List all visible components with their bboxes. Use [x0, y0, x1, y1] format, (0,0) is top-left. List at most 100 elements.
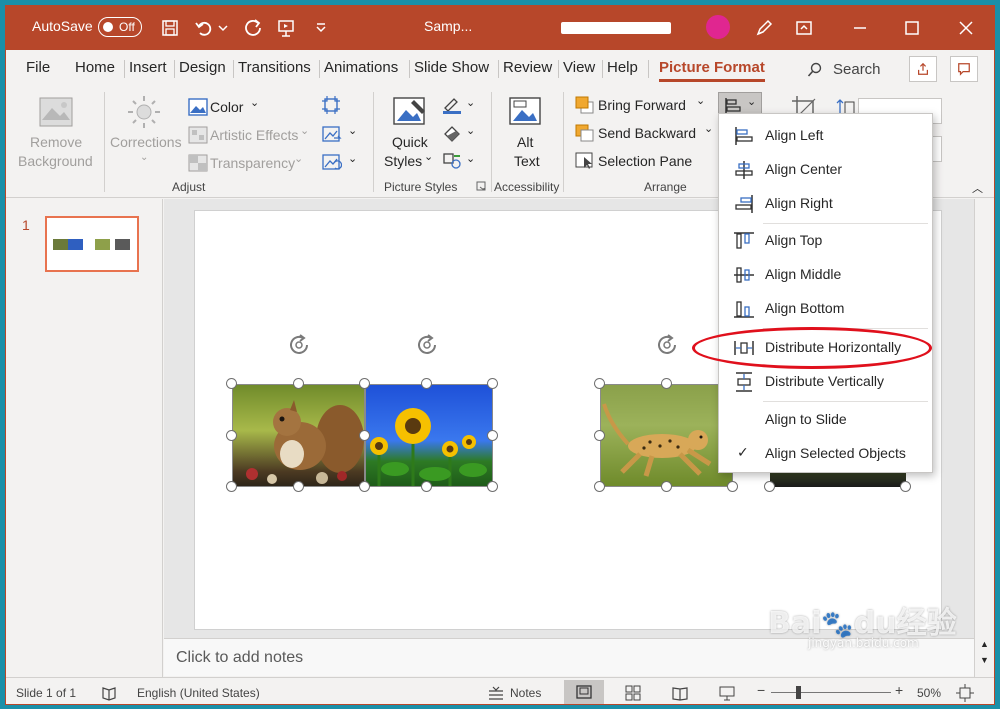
present-icon[interactable]: [274, 16, 298, 40]
tab-design[interactable]: Design: [179, 59, 226, 76]
tab-transitions[interactable]: Transitions: [238, 59, 311, 76]
resize-handle[interactable]: [764, 481, 775, 492]
picture-effects-chevron-icon[interactable]: ⌄: [466, 124, 475, 137]
slide-sorter-icon[interactable]: [625, 685, 641, 701]
compress-pictures-icon[interactable]: [322, 96, 340, 114]
resize-handle[interactable]: [226, 481, 237, 492]
pen-icon[interactable]: [752, 16, 776, 40]
resize-handle[interactable]: [359, 378, 370, 389]
picture-border-chevron-icon[interactable]: ⌄: [466, 96, 475, 109]
tab-picture-format[interactable]: Picture Format: [659, 59, 765, 82]
artistic-effects-button[interactable]: Artistic Effects: [210, 127, 298, 143]
notes-button[interactable]: Notes: [510, 686, 541, 700]
tab-review[interactable]: Review: [503, 59, 552, 76]
collapse-ribbon-icon[interactable]: ︿: [972, 180, 983, 196]
resize-handle[interactable]: [359, 481, 370, 492]
slide-show-icon[interactable]: [719, 685, 735, 701]
user-avatar[interactable]: [706, 15, 730, 39]
maximize-icon[interactable]: [900, 16, 924, 40]
resize-handle[interactable]: [359, 430, 370, 441]
tab-help[interactable]: Help: [607, 59, 638, 76]
menu-item-align-middle[interactable]: Align Middle: [719, 258, 932, 292]
resize-handle[interactable]: [487, 481, 498, 492]
zoom-slider-thumb[interactable]: [795, 686, 801, 699]
zoom-in-button[interactable]: +: [895, 682, 903, 698]
quick-styles-label-1[interactable]: Quick: [392, 134, 428, 150]
picture-effects-icon[interactable]: [442, 124, 462, 142]
customize-icon[interactable]: [309, 16, 333, 40]
alt-text-label-2[interactable]: Text: [514, 153, 540, 169]
menu-item-align-selected-objects[interactable]: ✓ Align Selected Objects: [719, 437, 932, 471]
language-indicator[interactable]: English (United States): [137, 686, 260, 700]
resize-handle[interactable]: [487, 430, 498, 441]
bring-forward-chevron-icon[interactable]: ⌄: [696, 94, 705, 107]
reset-picture-chevron-icon[interactable]: ⌄: [348, 152, 357, 165]
change-picture-icon[interactable]: [322, 126, 342, 144]
tab-slide-show[interactable]: Slide Show: [414, 59, 489, 76]
reset-picture-icon[interactable]: [322, 154, 342, 172]
search-box[interactable]: Search: [801, 58, 901, 82]
rotation-handle-icon[interactable]: [415, 333, 439, 357]
zoom-out-button[interactable]: −: [757, 682, 765, 698]
resize-handle[interactable]: [226, 430, 237, 441]
picture-layout-chevron-icon[interactable]: ⌄: [466, 152, 475, 165]
tab-animations[interactable]: Animations: [324, 59, 398, 76]
tab-file[interactable]: File: [26, 59, 50, 76]
rotation-handle-icon[interactable]: [287, 333, 311, 357]
color-chevron-icon[interactable]: ⌄: [250, 96, 259, 109]
resize-handle[interactable]: [594, 481, 605, 492]
scroll-down-icon[interactable]: ▼: [980, 655, 989, 665]
transparency-button[interactable]: Transparency: [210, 155, 295, 171]
reading-view-icon[interactable]: [672, 685, 688, 701]
resize-handle[interactable]: [487, 378, 498, 389]
resize-handle[interactable]: [293, 481, 304, 492]
ribbon-display-icon[interactable]: [792, 16, 816, 40]
normal-view-button[interactable]: [564, 680, 604, 704]
undo-dropdown-chevron-icon[interactable]: [216, 16, 230, 40]
transparency-chevron-icon[interactable]: ⌄: [294, 152, 303, 165]
resize-handle[interactable]: [226, 378, 237, 389]
quick-styles-chevron-icon[interactable]: ⌄: [424, 150, 433, 163]
menu-item-align-left[interactable]: Align Left: [719, 119, 932, 153]
resize-handle[interactable]: [421, 378, 432, 389]
share-button[interactable]: [909, 56, 937, 82]
minimize-icon[interactable]: [848, 16, 872, 40]
selection-pane-button[interactable]: Selection Pane: [598, 153, 692, 169]
corrections-button[interactable]: Corrections: [110, 134, 182, 150]
send-backward-button[interactable]: Send Backward: [598, 125, 696, 141]
bring-forward-button[interactable]: Bring Forward: [598, 97, 686, 113]
tab-home[interactable]: Home: [75, 59, 115, 76]
resize-handle[interactable]: [421, 481, 432, 492]
redo-icon[interactable]: [242, 16, 266, 40]
save-icon[interactable]: [158, 16, 182, 40]
menu-item-align-center[interactable]: Align Center: [719, 153, 932, 187]
zoom-level[interactable]: 50%: [917, 686, 941, 700]
change-picture-chevron-icon[interactable]: ⌄: [348, 124, 357, 137]
undo-icon[interactable]: [192, 16, 216, 40]
picture-styles-launcher-icon[interactable]: [476, 181, 486, 191]
tab-view[interactable]: View: [563, 59, 595, 76]
resize-handle[interactable]: [661, 378, 672, 389]
color-button[interactable]: Color: [210, 99, 243, 115]
menu-item-align-to-slide[interactable]: Align to Slide: [719, 403, 932, 437]
resize-handle[interactable]: [594, 378, 605, 389]
menu-item-align-right[interactable]: Align Right: [719, 187, 932, 221]
remove-background-label-2[interactable]: Background: [18, 153, 93, 169]
scroll-up-icon[interactable]: ▲: [980, 639, 989, 649]
vertical-scrollbar[interactable]: ▲ ▼: [974, 199, 994, 677]
menu-item-distribute-vertically[interactable]: Distribute Vertically: [719, 365, 932, 399]
zoom-slider-track[interactable]: [771, 692, 891, 693]
remove-background-label-1[interactable]: Remove: [30, 134, 82, 150]
slide-thumbnail[interactable]: [45, 216, 139, 272]
rotation-handle-icon[interactable]: [655, 333, 679, 357]
alt-text-label-1[interactable]: Alt: [517, 134, 533, 150]
picture-border-icon[interactable]: [442, 96, 462, 114]
fit-to-window-icon[interactable]: [956, 684, 974, 702]
send-backward-chevron-icon[interactable]: ⌄: [704, 122, 713, 135]
tab-insert[interactable]: Insert: [129, 59, 167, 76]
spelling-icon[interactable]: [101, 685, 117, 701]
picture-layout-icon[interactable]: [442, 152, 462, 170]
autosave-toggle[interactable]: Off: [98, 17, 142, 37]
resize-handle[interactable]: [900, 481, 911, 492]
comments-button[interactable]: [950, 56, 978, 82]
